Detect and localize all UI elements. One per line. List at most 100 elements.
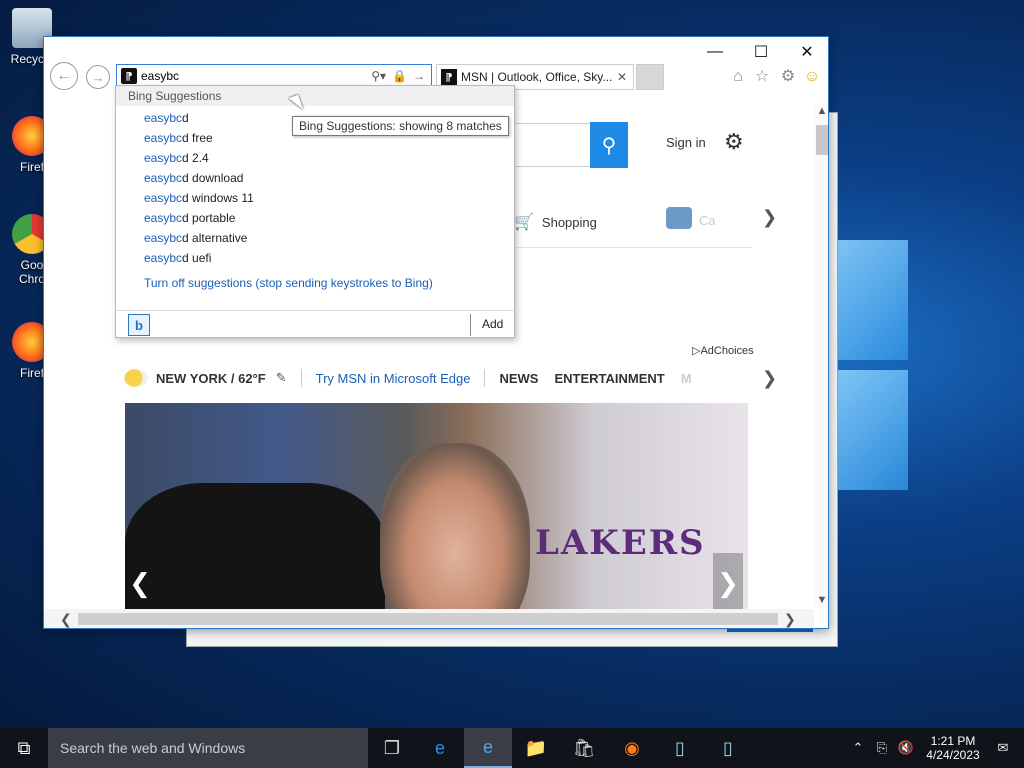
carousel-next-icon[interactable]: ❯: [713, 553, 743, 613]
suggestions-header: Bing Suggestions: [116, 86, 514, 106]
carousel-prev-icon[interactable]: ❮: [125, 553, 155, 613]
msn-search-button[interactable]: ⚲: [590, 122, 628, 168]
chevron-up-icon[interactable]: ⌃: [846, 740, 870, 756]
try-edge-link[interactable]: Try MSN in Microsoft Edge: [316, 371, 471, 386]
title-bar[interactable]: — ☐ ✕: [44, 37, 828, 67]
suggestions-tooltip: Bing Suggestions: showing 8 matches: [292, 116, 509, 136]
network-icon[interactable]: ⎘: [870, 740, 894, 756]
action-center-icon[interactable]: ✉: [988, 740, 1018, 756]
internet-explorer-icon: e: [482, 736, 493, 757]
folder-icon: 📁: [524, 737, 548, 758]
settings-gear-icon[interactable]: ⚙: [778, 67, 798, 87]
suggestion-item[interactable]: easybcd uefi: [144, 248, 514, 268]
address-input[interactable]: easybc: [141, 69, 371, 83]
suggestion-item[interactable]: easybcd download: [144, 168, 514, 188]
new-tab-button[interactable]: [636, 64, 664, 90]
weather-sun-icon: [124, 369, 148, 387]
firefox-icon: ◉: [624, 737, 640, 758]
suggestion-item[interactable]: easybcd 2.4: [144, 148, 514, 168]
suggestion-match: easybc: [144, 231, 183, 245]
cars-label[interactable]: Ca: [699, 213, 716, 228]
edge-icon: e: [434, 737, 445, 758]
close-button[interactable]: ✕: [784, 39, 828, 65]
forward-button[interactable]: →: [86, 65, 110, 89]
file-explorer-taskbar-button[interactable]: 📁: [512, 728, 560, 768]
back-arrow-icon: ←: [56, 67, 72, 84]
suggestion-rest: d: [182, 111, 189, 125]
msn-settings-gear-icon[interactable]: ⚙: [724, 129, 744, 155]
taskbar-search-box[interactable]: Search the web and Windows: [48, 728, 368, 768]
task-view-icon: ❐: [383, 737, 401, 758]
edit-pencil-icon[interactable]: ✎: [276, 370, 287, 386]
suggestion-match: easybc: [144, 211, 183, 225]
app-taskbar-button-1[interactable]: ▯: [656, 728, 704, 768]
nav-news[interactable]: NEWS: [499, 371, 538, 386]
hero-figure: [125, 483, 385, 613]
vertical-scroll-thumb[interactable]: [816, 125, 828, 155]
turn-off-suggestions-link[interactable]: Turn off suggestions (stop sending keyst…: [144, 276, 433, 290]
home-icon[interactable]: ⌂: [728, 67, 748, 87]
go-arrow-icon[interactable]: →: [413, 69, 425, 83]
scroll-up-icon[interactable]: ▲: [816, 105, 828, 117]
separator: [484, 369, 486, 387]
ie-taskbar-button[interactable]: e: [464, 728, 512, 768]
scroll-left-icon[interactable]: ❮: [60, 611, 72, 628]
store-taskbar-button[interactable]: 🛍: [560, 728, 608, 768]
add-search-provider-button[interactable]: Add: [482, 317, 503, 331]
back-button[interactable]: ←: [50, 62, 78, 90]
nav-entertainment[interactable]: ENTERTAINMENT: [554, 371, 664, 386]
scroll-right-icon[interactable]: ❯: [784, 611, 796, 628]
suggestion-rest: d alternative: [182, 231, 248, 245]
taskbar: ⧉ Search the web and Windows ❐ e e 📁 🛍 ◉…: [0, 728, 1024, 768]
adchoices-link[interactable]: ▷AdChoices: [692, 344, 754, 357]
suggestion-rest: d 2.4: [182, 151, 209, 165]
suggestion-rest: d portable: [182, 211, 236, 225]
scroll-down-icon[interactable]: ▼: [816, 594, 828, 606]
category-next-icon[interactable]: ❯: [762, 207, 777, 228]
clock[interactable]: 1:21 PM 4/24/2023: [918, 734, 988, 762]
adchoices-label: AdChoices: [700, 345, 754, 357]
feedback-smiley-icon[interactable]: ☺: [802, 67, 822, 87]
suggestion-item[interactable]: easybcd alternative: [144, 228, 514, 248]
shopping-link[interactable]: 🛒 Shopping: [514, 212, 597, 232]
hero-image[interactable]: LAKERS ❮ ❯: [125, 403, 748, 613]
shopping-label: Shopping: [541, 214, 597, 230]
suggestion-match: easybc: [144, 131, 183, 145]
horizontal-scroll-thumb[interactable]: [78, 613, 778, 625]
suggestion-item[interactable]: easybcd portable: [144, 208, 514, 228]
tab-close-icon[interactable]: ✕: [617, 70, 627, 84]
sign-in-link[interactable]: Sign in: [666, 135, 706, 150]
recycle-app-icon: ▯: [675, 737, 685, 758]
start-button[interactable]: ⧉: [0, 728, 48, 768]
suggestion-match: easybc: [144, 251, 183, 265]
cars-icon[interactable]: [666, 207, 692, 229]
edge-taskbar-button[interactable]: e: [416, 728, 464, 768]
maximize-button[interactable]: ☐: [738, 39, 784, 65]
volume-muted-icon[interactable]: 🔇: [894, 740, 918, 756]
weather-nav-row: NEW YORK / 62°F ✎ Try MSN in Microsoft E…: [124, 363, 784, 393]
app-taskbar-button-2[interactable]: ▯: [704, 728, 752, 768]
minimize-button[interactable]: —: [692, 39, 738, 65]
clock-date: 4/24/2023: [926, 748, 980, 762]
favorites-star-icon[interactable]: ☆: [752, 67, 772, 87]
suggestions-footer: b Add: [116, 310, 514, 338]
search-dropdown-icon[interactable]: ⚲▾: [371, 69, 386, 83]
bing-logo-icon[interactable]: b: [128, 314, 150, 336]
nav-next-icon[interactable]: ❯: [762, 368, 777, 389]
suggestion-item[interactable]: easybcd windows 11: [144, 188, 514, 208]
windows-logo-wallpaper: [828, 240, 918, 510]
horizontal-scrollbar[interactable]: ❮ ❯: [44, 609, 814, 628]
tab-favicon-icon: ⁋: [441, 69, 457, 85]
lock-icon[interactable]: 🔒: [392, 69, 407, 83]
store-icon: 🛍: [572, 737, 596, 758]
vertical-scrollbar[interactable]: ▲ ▼: [814, 103, 828, 608]
msn-favicon-icon: ⁋: [121, 68, 137, 84]
task-view-button[interactable]: ❐: [368, 728, 416, 768]
suggestion-rest: d free: [182, 131, 213, 145]
weather-location[interactable]: NEW YORK / 62°F: [156, 371, 266, 386]
nav-more[interactable]: M: [681, 371, 692, 386]
forward-arrow-icon: →: [91, 69, 105, 85]
firefox-taskbar-button[interactable]: ◉: [608, 728, 656, 768]
category-divider: [514, 247, 752, 248]
suggestion-match: easybc: [144, 171, 183, 185]
